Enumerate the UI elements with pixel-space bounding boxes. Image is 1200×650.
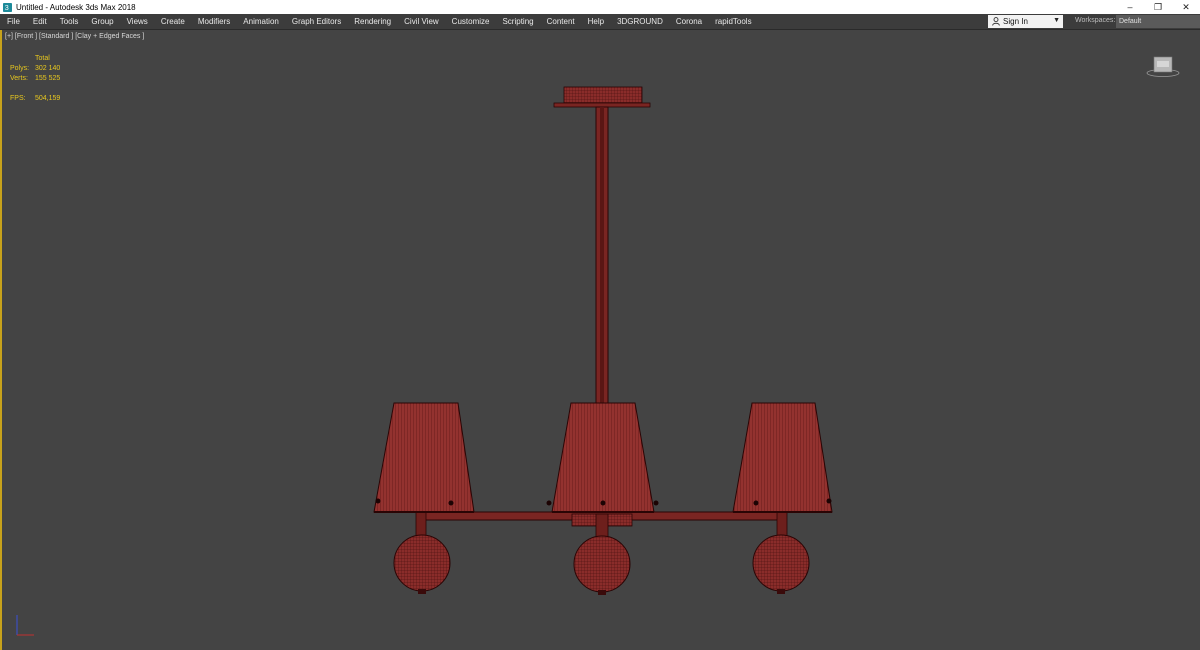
window-controls: – ❐ ✕ [1116,0,1200,14]
menu-rapidtools[interactable]: rapidTools [708,17,757,26]
user-icon [992,17,1000,26]
lamp-shade-left [373,402,475,513]
menu-3dground[interactable]: 3DGROUND [610,17,669,26]
menu-content[interactable]: Content [540,17,581,26]
window-title: Untitled - Autodesk 3ds Max 2018 [16,2,136,12]
menu-create[interactable]: Create [154,17,191,26]
axis-tripod-icon [16,615,34,636]
menu-scripting[interactable]: Scripting [495,17,539,26]
ceiling-canopy [553,86,651,108]
globe-right [752,534,810,594]
minimize-button[interactable]: – [1116,0,1144,14]
menu-corona[interactable]: Corona [669,17,708,26]
menu-edit[interactable]: Edit [26,17,53,26]
sign-in-dropdown[interactable]: Sign In ▼ [988,15,1063,28]
3dsmax-icon: 3 [3,2,12,12]
menu-group[interactable]: Group [84,17,119,26]
title-bar: 3 Untitled - Autodesk 3ds Max 2018 – ❐ ✕ [0,0,1200,14]
menu-modifiers[interactable]: Modifiers [191,17,236,26]
menu-file[interactable]: File [0,17,26,26]
menu-customize[interactable]: Customize [445,17,496,26]
svg-text:3: 3 [5,3,9,12]
workspaces-label: Workspaces: [1075,17,1116,24]
chevron-down-icon: ▼ [1053,17,1060,24]
menu-animation[interactable]: Animation [236,17,285,26]
menu-bar: File Edit Tools Group Views Create Modif… [0,14,1200,30]
restore-button[interactable]: ❐ [1144,0,1172,14]
menu-views[interactable]: Views [120,17,154,26]
lamp-shade-right [732,402,833,513]
workspaces-select[interactable]: Default [1116,15,1200,28]
sign-in-label: Sign In [1003,17,1028,26]
globe-center [573,535,631,595]
menu-tools[interactable]: Tools [53,17,85,26]
menu-graph-editors[interactable]: Graph Editors [285,17,347,26]
menu-help[interactable]: Help [581,17,610,26]
globe-left [393,534,451,594]
menu-rendering[interactable]: Rendering [347,17,397,26]
menu-civil-view[interactable]: Civil View [397,17,445,26]
viewport-front[interactable]: [+] [Front ] [Standard ] [Clay + Edged F… [0,30,1200,650]
lamp-shade-center [546,402,659,513]
workspaces-value: Default [1119,18,1142,25]
chandelier-model [373,86,833,595]
close-button[interactable]: ✕ [1172,0,1200,14]
